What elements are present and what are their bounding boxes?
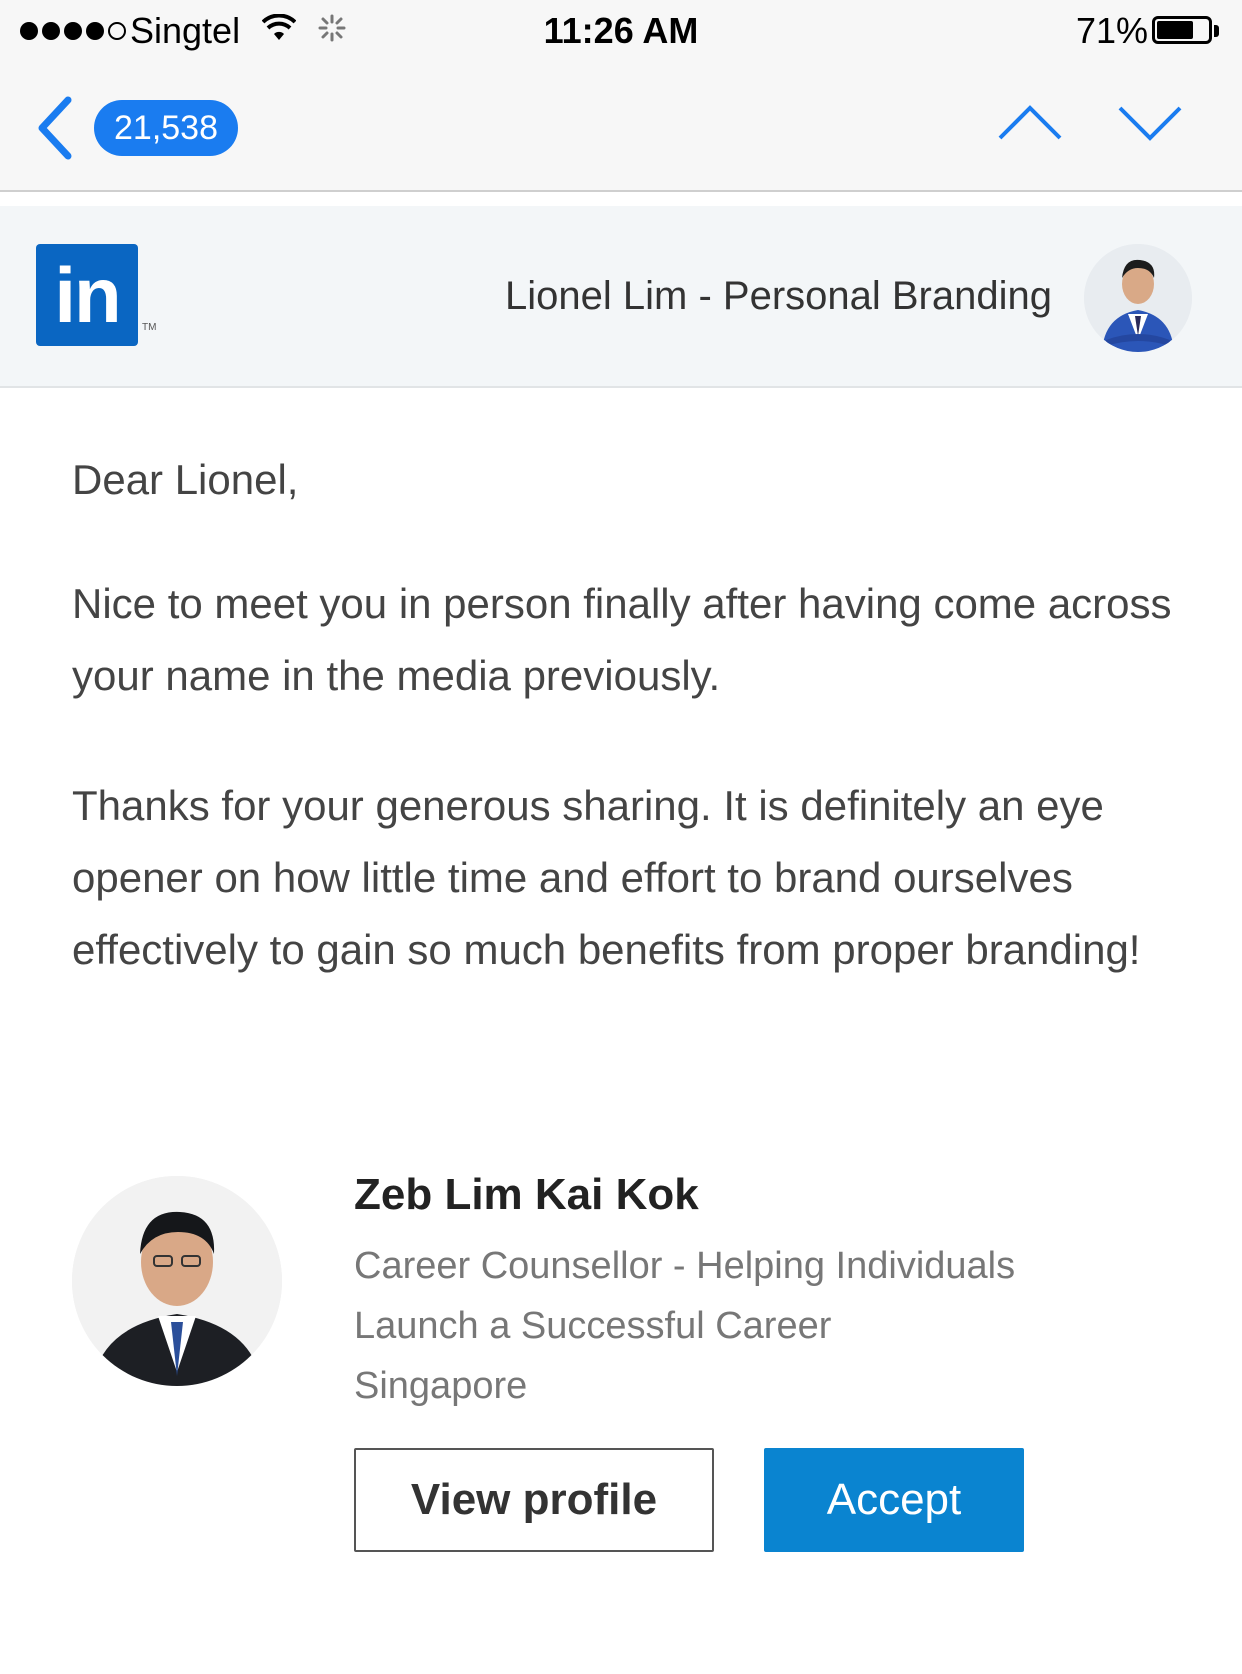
status-time: 11:26 AM bbox=[543, 10, 699, 51]
message-paragraph-2: Thanks for your generous sharing. It is … bbox=[72, 782, 1141, 973]
trademark-mark: TM bbox=[142, 322, 157, 333]
accept-button[interactable]: Accept bbox=[764, 1448, 1024, 1552]
view-profile-button[interactable]: View profile bbox=[354, 1448, 714, 1552]
battery-level-fill bbox=[1157, 21, 1193, 39]
sender-photo bbox=[1084, 244, 1192, 352]
message-paragraph-1: Nice to meet you in person finally after… bbox=[72, 580, 1172, 699]
sender-name[interactable]: Lionel Lim - Personal Branding bbox=[505, 274, 1052, 319]
linkedin-logo: in bbox=[36, 244, 138, 346]
invitee-name[interactable]: Zeb Lim Kai Kok bbox=[354, 1170, 699, 1220]
status-bar: Singtel 11:26 AM 71% bbox=[0, 0, 1242, 64]
battery-icon bbox=[1152, 16, 1212, 44]
sender-avatar[interactable] bbox=[1084, 244, 1192, 352]
back-chevron-icon[interactable] bbox=[34, 96, 74, 160]
battery-tip bbox=[1214, 25, 1219, 37]
invitee-location: Singapore bbox=[354, 1365, 528, 1407]
invitee-avatar[interactable] bbox=[72, 1176, 282, 1386]
battery-percentage: 71% bbox=[1076, 10, 1149, 51]
message-greeting: Dear Lionel, bbox=[72, 456, 299, 503]
chevron-down-icon[interactable] bbox=[1118, 104, 1182, 142]
linkedin-logo-text: in bbox=[54, 251, 121, 339]
invitee-headline: Career Counsellor - Helping Individuals … bbox=[354, 1245, 1016, 1347]
unread-count-badge[interactable]: 21,538 bbox=[94, 100, 238, 156]
chevron-up-icon[interactable] bbox=[998, 104, 1062, 142]
email-header: in TM Lionel Lim - Personal Branding bbox=[0, 206, 1242, 388]
mail-nav-bar: 21,538 bbox=[0, 64, 1242, 192]
invitee-photo bbox=[72, 1176, 282, 1386]
